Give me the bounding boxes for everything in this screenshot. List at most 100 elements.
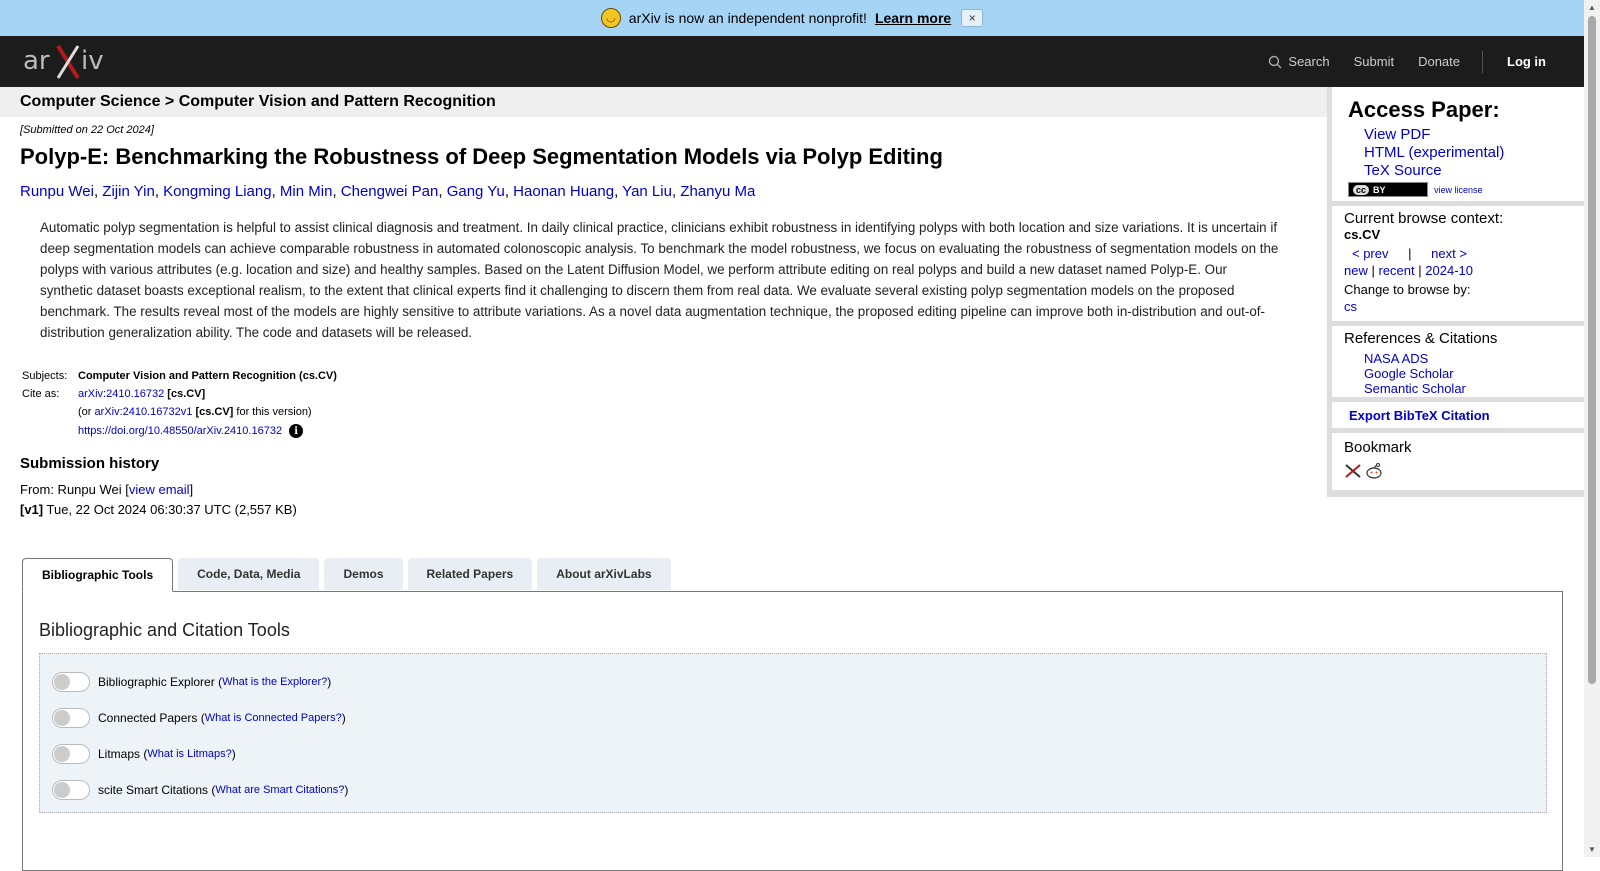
donate-link[interactable]: Donate xyxy=(1418,54,1460,69)
tool-name: scite Smart Citations xyxy=(98,783,209,797)
scroll-up-icon[interactable]: ▲ xyxy=(1588,3,1596,12)
tab-related-papers[interactable]: Related Papers xyxy=(407,558,533,590)
view-pdf-link[interactable]: View PDF xyxy=(1364,126,1584,144)
tab-demos[interactable]: Demos xyxy=(324,558,403,590)
pipe-2: | xyxy=(1418,263,1422,278)
nasa-ads-link[interactable]: NASA ADS xyxy=(1364,351,1584,366)
panel-title: Bibliographic and Citation Tools xyxy=(39,620,290,640)
change-browse-label: Change to browse by: xyxy=(1344,282,1471,297)
submit-link[interactable]: Submit xyxy=(1354,54,1394,69)
month-link[interactable]: 2024-10 xyxy=(1425,263,1473,278)
browse-context-value: cs.CV xyxy=(1344,227,1381,242)
scroll-down-icon[interactable]: ▼ xyxy=(1588,845,1596,854)
browse-context-box: Current browse context: cs.CV < prev | n… xyxy=(1332,206,1584,321)
subjects-value: Computer Vision and Pattern Recognition … xyxy=(78,370,337,382)
author-link[interactable]: Yan Liu xyxy=(622,183,672,200)
cite-or-text: (or xyxy=(78,406,92,418)
browse-context-title: Current browse context: xyxy=(1344,210,1504,227)
bibsonomy-icon[interactable] xyxy=(1344,463,1362,479)
learn-more-link[interactable]: Learn more xyxy=(875,10,951,26)
author-link[interactable]: Runpu Wei xyxy=(20,183,94,200)
cc-license-badge[interactable]: cc BY xyxy=(1348,182,1428,197)
bibliographic-explorer-toggle[interactable] xyxy=(52,672,90,692)
tool-help-link[interactable]: What is Connected Papers? xyxy=(205,712,342,724)
arxiv-logo[interactable]: ar iv xyxy=(23,42,113,82)
submission-date: [Submitted on 22 Oct 2024] xyxy=(20,124,154,136)
google-scholar-link[interactable]: Google Scholar xyxy=(1364,366,1584,381)
scrollbar-thumb[interactable] xyxy=(1588,16,1596,684)
author-link[interactable]: Gang Yu xyxy=(447,183,505,200)
cite-v1-link[interactable]: arXiv:2410.16732v1 xyxy=(95,406,193,418)
prev-link[interactable]: < prev xyxy=(1352,246,1389,261)
litmaps-toggle[interactable] xyxy=(52,744,90,764)
pipe-1: | xyxy=(1371,263,1375,278)
tool-name: Connected Papers xyxy=(98,711,198,725)
tex-source-link[interactable]: TeX Source xyxy=(1364,162,1584,180)
tab-panel: Bibliographic and Citation Tools Bibliog… xyxy=(22,591,1563,871)
tab-bibliographic-tools[interactable]: Bibliographic Tools xyxy=(22,558,174,592)
author-link[interactable]: Zijin Yin xyxy=(102,183,155,200)
cite-id-link[interactable]: arXiv:2410.16732 xyxy=(78,388,164,400)
search-label: Search xyxy=(1288,54,1330,69)
banner-text: arXiv is now an independent nonprofit! xyxy=(628,10,867,26)
tab-about-arxivlabs[interactable]: About arXivLabs xyxy=(537,558,671,590)
from-text: From: Runpu Wei [ xyxy=(20,482,129,497)
search-link[interactable]: Search xyxy=(1268,54,1330,69)
tab-code-data-media[interactable]: Code, Data, Media xyxy=(178,558,320,590)
next-link[interactable]: next > xyxy=(1431,246,1467,261)
tool-name: Bibliographic Explorer xyxy=(98,675,215,689)
version-date: Tue, 22 Oct 2024 06:30:37 UTC (2,557 KB) xyxy=(46,502,297,517)
connected-papers-toggle[interactable] xyxy=(52,708,90,728)
from-suffix: ] xyxy=(189,482,194,497)
scite-toggle[interactable] xyxy=(52,780,90,800)
tools-list: Bibliographic Explorer (What is the Expl… xyxy=(39,653,1547,813)
author-link[interactable]: Min Min xyxy=(280,183,333,200)
login-link[interactable]: Log in xyxy=(1507,54,1546,69)
cs-link[interactable]: cs xyxy=(1344,299,1357,314)
author-link[interactable]: Chengwei Pan xyxy=(341,183,439,200)
breadcrumb[interactable]: Computer Science > Computer Vision and P… xyxy=(0,87,1327,117)
tool-help-link[interactable]: What is the Explorer? xyxy=(222,676,327,688)
svg-text:iv: iv xyxy=(81,46,104,76)
bookmark-title: Bookmark xyxy=(1344,439,1412,456)
labs-tabs: Bibliographic Tools Code, Data, Media De… xyxy=(22,558,676,592)
paper-title: Polyp-E: Benchmarking the Robustness of … xyxy=(20,144,943,169)
semantic-scholar-link[interactable]: Semantic Scholar xyxy=(1364,381,1584,396)
tool-name: Litmaps xyxy=(98,747,141,761)
tool-row: scite Smart Citations (What are Smart Ci… xyxy=(40,772,1546,808)
metadata-table: Subjects: Computer Vision and Pattern Re… xyxy=(20,367,1320,441)
references-box: References & Citations NASA ADS Google S… xyxy=(1332,326,1584,397)
tool-help-link[interactable]: What are Smart Citations? xyxy=(215,784,344,796)
prev-next-separator: | xyxy=(1408,246,1412,261)
export-bibtex-link[interactable]: Export BibTeX Citation xyxy=(1349,408,1490,423)
author-link[interactable]: Kongming Liang xyxy=(163,183,271,200)
bookmark-box: Bookmark xyxy=(1332,433,1584,490)
abstract: Automatic polyp segmentation is helpful … xyxy=(40,220,1279,340)
view-license-link[interactable]: view license xyxy=(1434,185,1483,195)
header-nav: Search Submit Donate Log in xyxy=(1244,36,1546,87)
author-link[interactable]: Haonan Huang xyxy=(513,183,614,200)
cite-v1-suffix: for this version) xyxy=(236,406,312,418)
tool-row: Litmaps (What is Litmaps?) xyxy=(40,736,1546,772)
announcement-banner: ◡ arXiv is now an independent nonprofit!… xyxy=(0,0,1584,36)
cc-by-label: BY xyxy=(1373,184,1386,195)
info-icon[interactable]: i xyxy=(289,424,304,438)
submission-history: From: Runpu Wei [view email] [v1] Tue, 2… xyxy=(20,480,1320,520)
reddit-icon[interactable] xyxy=(1364,462,1384,480)
export-box: Export BibTeX Citation xyxy=(1332,402,1584,428)
doi-link[interactable]: https://doi.org/10.48550/arXiv.2410.1673… xyxy=(78,425,282,437)
recent-link[interactable]: recent xyxy=(1379,263,1415,278)
tool-help-link[interactable]: What is Litmaps? xyxy=(147,748,231,760)
page-scrollbar[interactable]: ▲ ▼ xyxy=(1584,0,1600,857)
close-banner-button[interactable]: × xyxy=(961,9,984,27)
paper-main: [Submitted on 22 Oct 2024] Polyp-E: Benc… xyxy=(20,117,1320,520)
sidebar: Access Paper: View PDF HTML (experimenta… xyxy=(1327,87,1584,497)
subjects-label: Subjects: xyxy=(22,370,68,382)
author-link[interactable]: Zhanyu Ma xyxy=(680,183,755,200)
view-email-link[interactable]: view email xyxy=(129,482,190,497)
html-link[interactable]: HTML (experimental) xyxy=(1364,144,1584,162)
cc-logo-icon: cc xyxy=(1353,184,1370,195)
search-icon xyxy=(1269,55,1282,68)
new-link[interactable]: new xyxy=(1344,263,1368,278)
tool-row: Connected Papers (What is Connected Pape… xyxy=(40,700,1546,736)
